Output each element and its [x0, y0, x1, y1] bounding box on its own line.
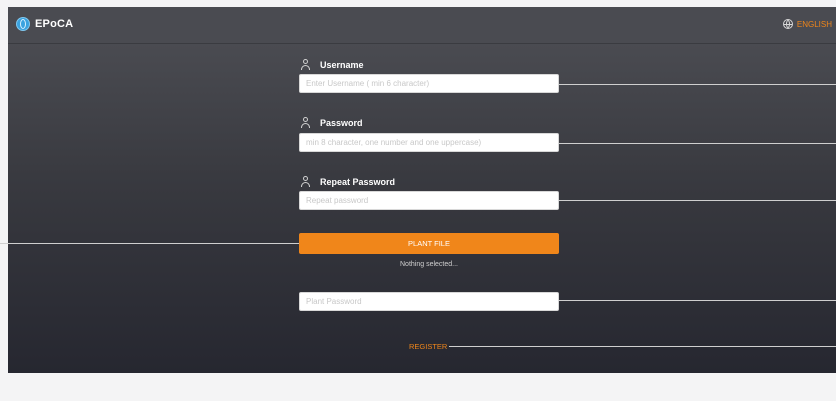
language-selector[interactable]: ENGLISH	[782, 19, 832, 29]
register-link[interactable]: REGISTER	[409, 342, 447, 351]
username-label: Username	[300, 59, 364, 70]
globe-logo-icon	[16, 17, 30, 31]
repeat-password-input[interactable]	[299, 191, 559, 210]
annotation-line	[449, 346, 836, 347]
username-label-text: Username	[320, 59, 364, 70]
plant-file-button[interactable]: PLANT FILE	[299, 233, 559, 254]
brand-name: EPoCA	[35, 18, 74, 30]
repeat-password-label-text: Repeat Password	[320, 176, 396, 187]
language-label: ENGLISH	[796, 19, 832, 29]
user-icon	[300, 176, 311, 187]
password-input[interactable]	[299, 133, 559, 152]
file-status-text: Nothing selected...	[400, 261, 458, 268]
user-icon	[300, 59, 311, 70]
username-input[interactable]	[299, 74, 559, 93]
annotation-line	[0, 243, 299, 244]
plant-password-input[interactable]	[299, 292, 559, 311]
annotation-line	[559, 300, 836, 301]
top-navbar: EPoCA ENGLISH	[8, 7, 836, 44]
annotation-line	[559, 143, 836, 144]
globe-icon	[782, 19, 793, 29]
repeat-password-label: Repeat Password	[300, 176, 395, 187]
user-icon	[300, 117, 311, 128]
password-label: Password	[300, 117, 363, 128]
annotation-line	[559, 84, 836, 85]
password-label-text: Password	[320, 117, 363, 128]
annotation-line	[559, 200, 836, 201]
brand-logo[interactable]: EPoCA	[16, 17, 73, 31]
